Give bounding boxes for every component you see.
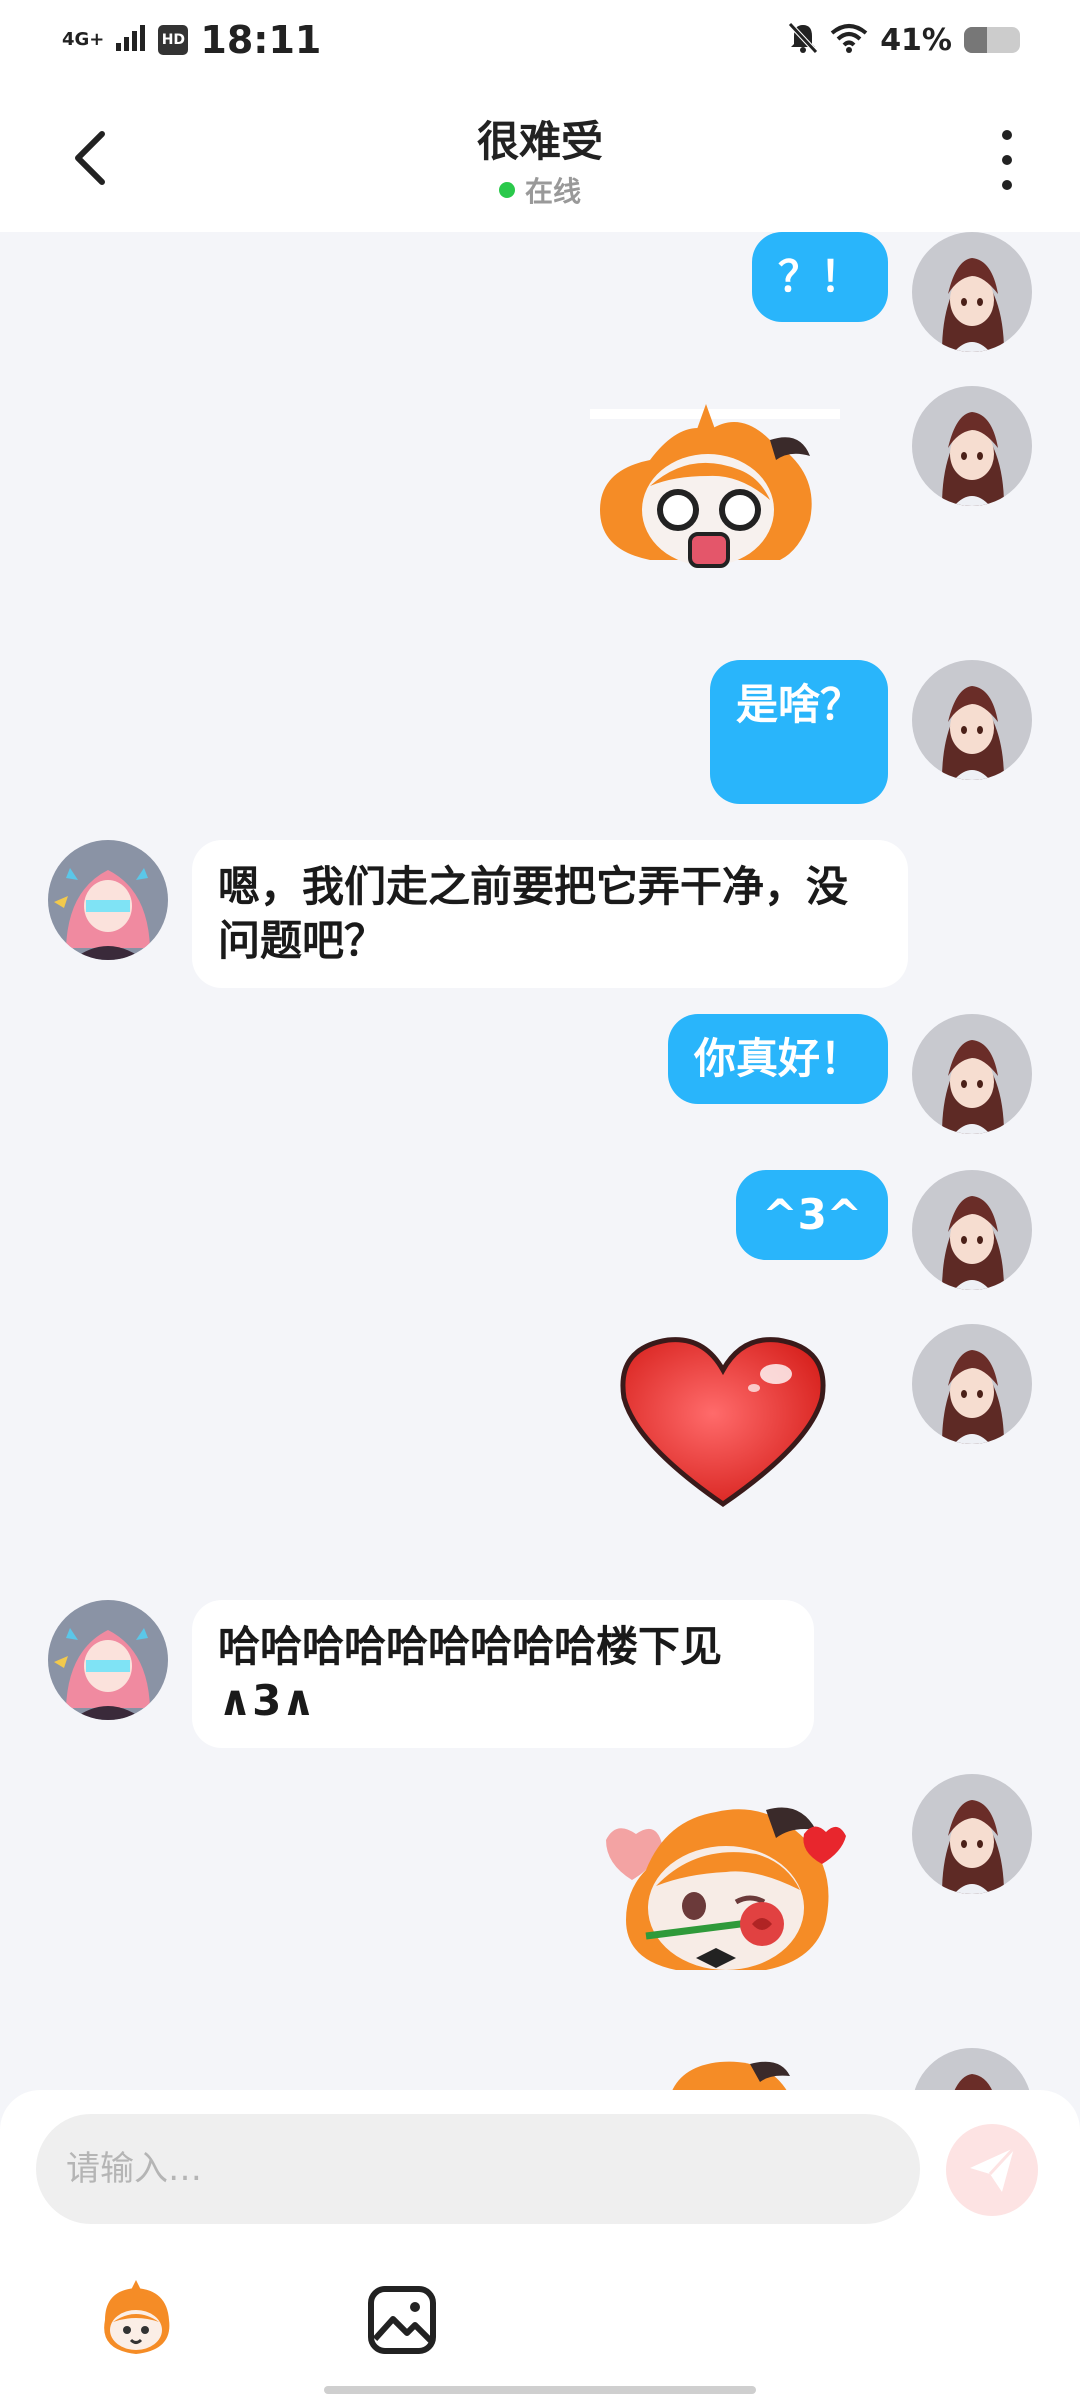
online-status-text: 在线 [524,175,581,208]
clock: 18:11 [200,18,322,62]
contact-name: 很难受 [476,117,603,166]
hd-badge: HD [158,25,189,55]
my-message-bubble[interactable]: ？！ [751,232,888,322]
contact-message-bubble[interactable]: 嗯，我们走之前要把它弄干净，没问题吧？ [192,840,908,988]
my-avatar[interactable] [912,232,1032,352]
my-avatar[interactable] [912,1170,1032,1290]
orange-creature-sticker-partial[interactable] [660,2056,800,2092]
contact-message-bubble[interactable]: 哈哈哈哈哈哈哈哈哈楼下见∧3∧ [192,1600,814,1748]
image-icon [368,2286,436,2354]
message-list[interactable]: ？！ 是啥？ 嗯，我们走之前要把它弄干净，没问题吧？ 你真好！ ^3^ 哈哈哈哈… [0,232,1080,2092]
more-dot [1002,155,1012,165]
wifi-icon [830,23,868,57]
message-input-bar [0,2090,1080,2400]
my-avatar[interactable] [912,386,1032,506]
my-avatar[interactable] [912,660,1032,780]
contact-avatar[interactable] [48,1600,168,1720]
mute-icon [788,22,819,58]
battery-icon [964,27,1020,53]
status-bar: 4G+ HD 18:11 41% [0,0,1080,84]
message-input[interactable] [36,2114,920,2224]
send-icon [970,2146,1016,2192]
send-button[interactable] [946,2124,1038,2216]
sticker-button[interactable] [86,2270,186,2370]
online-dot [498,182,515,198]
more-dot [1002,130,1012,140]
more-options-button[interactable] [992,130,1022,190]
red-heart-sticker[interactable] [616,1332,830,1512]
image-button[interactable] [352,2270,452,2370]
my-avatar[interactable] [912,1014,1032,1134]
online-status: 在线 [0,170,1080,210]
my-message-bubble[interactable]: 你真好！ [667,1014,888,1104]
signal-icon [116,25,146,55]
my-avatar[interactable] [912,1324,1032,1444]
my-avatar[interactable] [912,2048,1032,2092]
network-indicator: 4G+ [62,29,105,50]
my-message-bubble[interactable]: 是啥？ [709,660,888,804]
rose-in-mouth-creature-sticker[interactable] [586,1790,856,1980]
my-message-bubble[interactable]: ^3^ [736,1170,888,1260]
battery-percentage: 41% [880,22,952,58]
orange-creature-icon [104,2280,170,2354]
chat-header: 很难受 在线 [0,84,1080,232]
more-dot [1002,180,1012,190]
shocked-orange-creature-sticker[interactable] [590,400,890,590]
contact-avatar[interactable] [48,840,168,960]
home-indicator[interactable] [324,2386,756,2394]
my-avatar[interactable] [912,1774,1032,1894]
